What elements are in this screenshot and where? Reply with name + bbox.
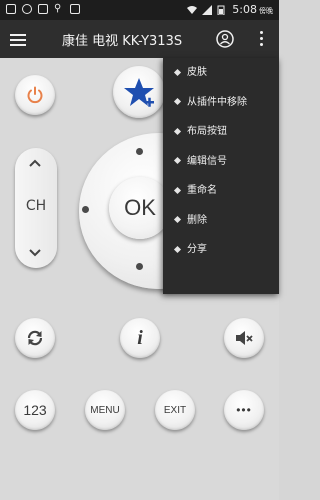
refresh-icon (27, 330, 43, 346)
channel-down-icon[interactable] (29, 246, 41, 258)
menu-item-skin[interactable]: 皮肤 (163, 58, 279, 88)
menu-item-rename[interactable]: 重命名 (163, 176, 279, 206)
more-options-icon[interactable] (258, 31, 264, 47)
power-icon (27, 86, 43, 104)
favorite-button[interactable] (113, 66, 165, 118)
menu-item-edit-signal[interactable]: 编辑信号 (163, 147, 279, 177)
download-icon (22, 4, 32, 14)
mute-button[interactable] (224, 318, 264, 358)
mute-icon (236, 331, 253, 345)
info-icon: i (137, 326, 143, 349)
menu-item-share[interactable]: 分享 (163, 235, 279, 265)
number-pad-label: 123 (23, 402, 47, 418)
ok-button[interactable]: OK (109, 177, 171, 239)
menu-item-layout-buttons[interactable]: 布局按钮 (163, 117, 279, 147)
image-icon (38, 4, 48, 14)
menu-button[interactable]: MENU (85, 390, 125, 430)
number-pad-button[interactable]: 123 (15, 390, 55, 430)
star-add-icon (124, 78, 154, 107)
menu-icon[interactable] (10, 31, 26, 47)
signal-icon (202, 4, 213, 15)
power-button[interactable] (15, 75, 55, 115)
dpad-down-button[interactable] (136, 263, 143, 270)
dpad-left-button[interactable] (82, 206, 89, 213)
menu-item-delete[interactable]: 删除 (163, 206, 279, 236)
account-icon[interactable] (216, 30, 234, 48)
info-button[interactable]: i (120, 318, 160, 358)
channel-rocker[interactable]: CH (15, 148, 57, 268)
exit-button[interactable]: EXIT (155, 390, 195, 430)
channel-label: CH (25, 198, 47, 214)
exit-label: EXIT (163, 404, 187, 416)
more-keys-label: ••• (236, 403, 252, 417)
notification-icon (6, 4, 16, 14)
dpad-up-button[interactable] (136, 148, 143, 155)
page-title: 康佳 电视 KK-Y313S (62, 34, 183, 49)
menu-label: MENU (90, 404, 120, 416)
menu-item-remove-from-widget[interactable]: 从插件中移除 (163, 88, 279, 118)
status-bar: ⚲ 5:08 傍晚 (0, 0, 279, 20)
app-bar: 康佳 电视 KK-Y313S (0, 20, 279, 58)
wifi-icon (187, 5, 198, 15)
swap-button[interactable] (15, 318, 55, 358)
more-keys-button[interactable]: ••• (224, 390, 264, 430)
clock: 5:08 傍晚 (232, 3, 273, 16)
usb-icon: ⚲ (54, 3, 62, 14)
android-icon (70, 4, 80, 14)
overflow-menu: 皮肤 从插件中移除 布局按钮 编辑信号 重命名 删除 分享 (163, 58, 279, 294)
battery-icon (217, 5, 227, 15)
channel-up-icon[interactable] (29, 158, 41, 170)
